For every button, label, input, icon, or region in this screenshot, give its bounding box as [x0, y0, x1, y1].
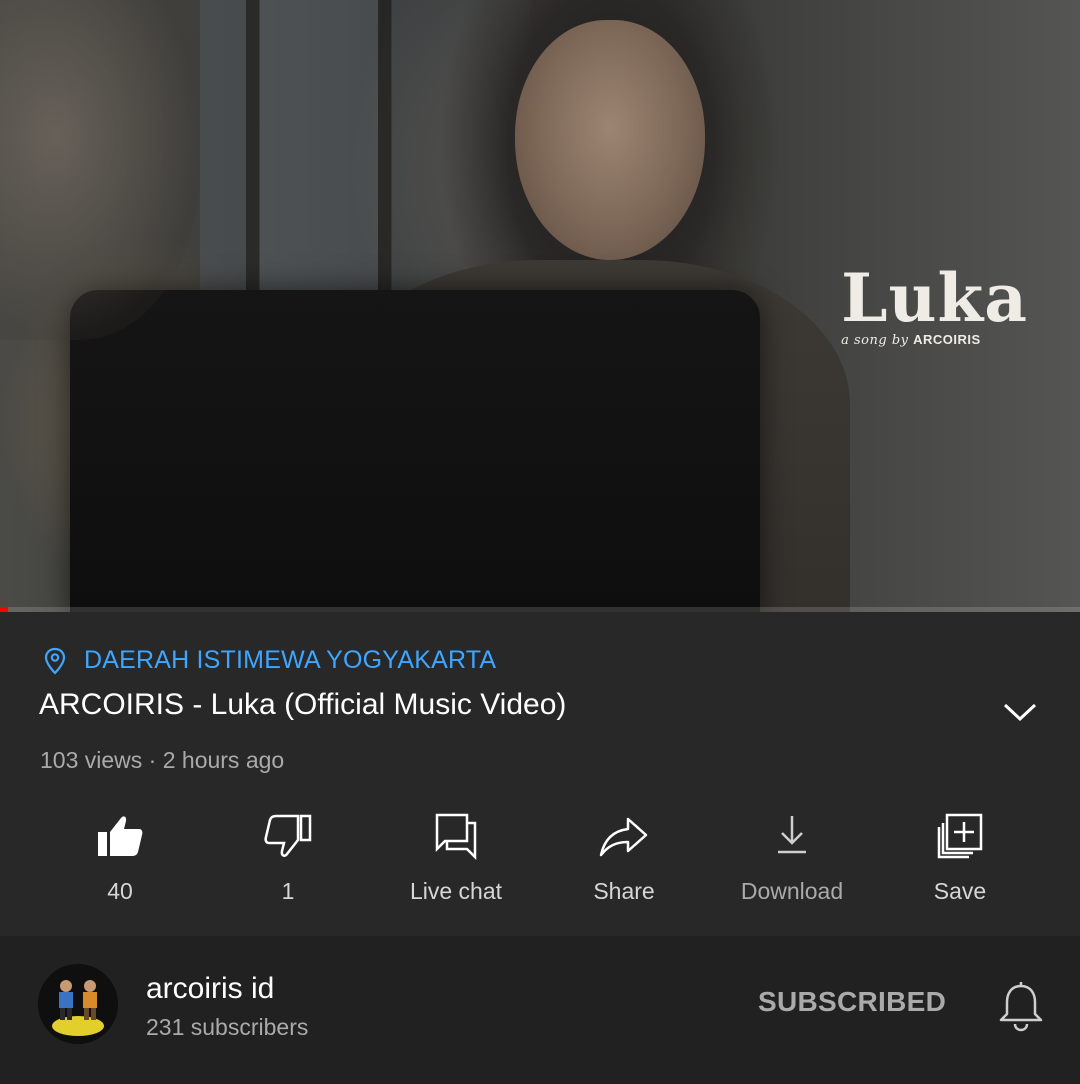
- video-frame-person-face: [515, 20, 705, 260]
- share-button[interactable]: Share: [540, 806, 708, 916]
- live-chat-label: Live chat: [409, 878, 503, 904]
- download-icon: [778, 816, 806, 854]
- video-player[interactable]: Luka a song by ARCOIRIS: [0, 0, 1080, 612]
- channel-avatar-image: [38, 964, 118, 1044]
- save-label: Save: [933, 878, 987, 904]
- video-progress-fill: [0, 607, 8, 612]
- video-progress-bar[interactable]: [0, 607, 1080, 612]
- notification-bell-icon: [999, 982, 1043, 1032]
- subscribed-button[interactable]: SUBSCRIBED: [758, 986, 946, 1018]
- overlay-subtitle-artist: ARCOIRIS: [913, 332, 981, 347]
- video-views-and-date: 103 views · 2 hours ago: [40, 747, 285, 773]
- share-label: Share: [593, 878, 655, 904]
- like-button[interactable]: 40: [36, 806, 204, 916]
- live-chat-button[interactable]: Live chat: [372, 806, 540, 916]
- save-button[interactable]: Save: [876, 806, 1044, 916]
- download-button[interactable]: Download: [708, 806, 876, 916]
- dislike-button[interactable]: 1: [204, 806, 372, 916]
- video-title[interactable]: ARCOIRIS - Luka (Official Music Video): [39, 688, 939, 722]
- subscriber-count: 231 subscribers: [146, 1014, 309, 1040]
- overlay-subtitle-prefix: a song by: [841, 333, 909, 348]
- video-actions-row: 40 1 Live chat Share Download Save: [36, 806, 1046, 916]
- location-text: DAERAH ISTIMEWA YOGYAKARTA: [84, 646, 497, 674]
- dislike-count: 1: [281, 878, 295, 904]
- channel-avatar[interactable]: [38, 964, 118, 1044]
- share-icon: [599, 817, 648, 857]
- channel-name[interactable]: arcoiris id: [146, 972, 274, 1006]
- overlay-song-title: Luka: [841, 259, 1028, 337]
- chevron-down-icon: [1003, 703, 1037, 722]
- save-icon: [937, 813, 983, 859]
- channel-row: arcoiris id 231 subscribers SUBSCRIBED: [0, 936, 1080, 1084]
- video-frame-laptop: [70, 290, 760, 612]
- thumbs-up-icon: [98, 816, 143, 856]
- video-location-link[interactable]: DAERAH ISTIMEWA YOGYAKARTA: [44, 646, 496, 675]
- download-label: Download: [740, 878, 844, 904]
- location-pin-icon: [44, 647, 66, 675]
- video-overlay-title: Luka a song by ARCOIRIS: [841, 262, 1028, 348]
- expand-description-button[interactable]: [996, 692, 1044, 732]
- notification-bell-button[interactable]: [996, 978, 1046, 1034]
- thumbs-down-icon: [264, 814, 312, 857]
- like-count: 40: [107, 878, 133, 904]
- live-chat-icon: [435, 813, 477, 861]
